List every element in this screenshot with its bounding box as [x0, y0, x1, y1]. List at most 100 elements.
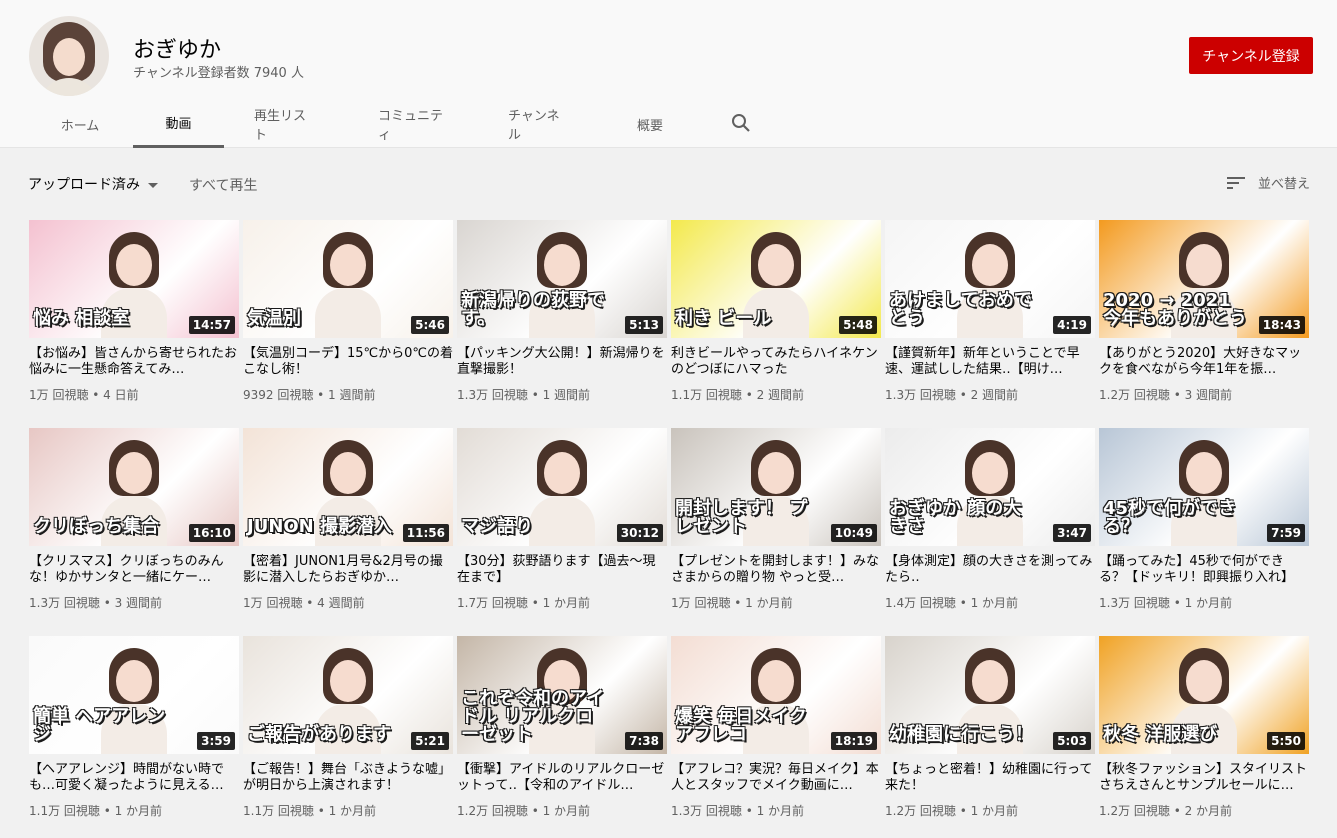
- video-title[interactable]: 【ありがとう2020】大好きなマックを食べながら今年1年を振…: [1099, 346, 1309, 378]
- uploaded-filter-label: アップロード済み: [28, 177, 140, 193]
- video-meta: 1.1万 回視聴 • 1 か月前: [243, 804, 377, 818]
- tab-videos[interactable]: 動画: [133, 100, 224, 148]
- video-title[interactable]: 【ヘアアレンジ】時間がない時でも…可愛く凝ったように見える…: [29, 762, 239, 794]
- video-card[interactable]: おぎゆか 顔の大きさ 3:47 【身体測定】顔の大きさを測ってみたら‥ 1.4万 回視…: [885, 428, 1095, 611]
- video-thumbnail[interactable]: マジ語り 30:12: [457, 428, 667, 546]
- video-meta: 1.2万 回視聴 • 1 か月前: [885, 804, 1019, 818]
- thumbnail-overlay-text: 利き ビール: [675, 308, 772, 329]
- video-card[interactable]: JUNON 撮影潜入 11:56 【密着】JUNON1月号&2月号の撮影に潜入したら…: [243, 428, 453, 611]
- video-duration: 5:50: [1267, 732, 1305, 750]
- video-title[interactable]: 【プレゼントを開封します！】みなさまからの贈り物 やっと受…: [671, 554, 881, 586]
- video-thumbnail[interactable]: あけましておめでとう 4:19: [885, 220, 1095, 338]
- video-duration: 5:03: [1053, 732, 1091, 750]
- video-thumbnail[interactable]: おぎゆか 顔の大きさ 3:47: [885, 428, 1095, 546]
- video-meta: 1.3万 回視聴 • 1 か月前: [671, 804, 805, 818]
- thumbnail-overlay-text: 簡単 ヘアアレンジ: [33, 706, 166, 745]
- video-card[interactable]: 爆笑 毎日メイク アフレコ 18:19 【アフレコ？実況？毎日メイク】本人とスタッフ…: [671, 636, 881, 819]
- video-card[interactable]: クリぼっち集合 16:10 【クリスマス】クリぼっちのみんな！ゆかサンタと一緒にケー…: [29, 428, 239, 611]
- channel-name: おぎゆか: [133, 38, 222, 63]
- video-thumbnail[interactable]: 幼稚園に行こう！ 5:03: [885, 636, 1095, 754]
- video-thumbnail[interactable]: 簡単 ヘアアレンジ 3:59: [29, 636, 239, 754]
- video-meta: 1.1万 回視聴 • 1 か月前: [29, 804, 163, 818]
- video-duration: 5:13: [625, 316, 663, 334]
- video-meta: 1.2万 回視聴 • 3 週間前: [1099, 388, 1233, 402]
- video-meta: 1万 回視聴 • 4 日前: [29, 388, 139, 402]
- video-card[interactable]: これぞ令和のアイドル リアルクローゼット 7:38 【衝撃】アイドルのリアルクローゼ…: [457, 636, 667, 819]
- sort-button[interactable]: 並べ替え: [1226, 173, 1310, 192]
- tab-channels[interactable]: チャンネル: [508, 100, 572, 148]
- thumbnail-person-figure: [313, 232, 383, 338]
- thumbnail-overlay-text: マジ語り: [461, 516, 533, 537]
- video-thumbnail[interactable]: JUNON 撮影潜入 11:56: [243, 428, 453, 546]
- thumbnail-overlay-text: これぞ令和のアイドル リアルクローゼット: [461, 688, 605, 745]
- thumbnail-overlay-text: 爆笑 毎日メイク アフレコ: [675, 706, 807, 745]
- video-meta: 1.4万 回視聴 • 1 か月前: [885, 596, 1019, 610]
- channel-avatar[interactable]: [29, 16, 109, 96]
- tab-community[interactable]: コミュニティ: [378, 100, 448, 148]
- video-thumbnail[interactable]: 爆笑 毎日メイク アフレコ 18:19: [671, 636, 881, 754]
- video-meta: 1.2万 回視聴 • 1 か月前: [457, 804, 591, 818]
- video-thumbnail[interactable]: 開封します！ プレゼント 10:49: [671, 428, 881, 546]
- video-thumbnail[interactable]: 新潟帰りの荻野です。 5:13: [457, 220, 667, 338]
- video-title[interactable]: 【衝撃】アイドルのリアルクローゼットって‥【令和のアイドル…: [457, 762, 667, 794]
- video-meta: 1.3万 回視聴 • 1 か月前: [1099, 596, 1233, 610]
- video-thumbnail[interactable]: 2020 → 2021 今年もありがとう 18:43: [1099, 220, 1309, 338]
- video-title[interactable]: 【謹賀新年】新年ということで早速、運試しした結果‥【明け…: [885, 346, 1095, 378]
- video-thumbnail[interactable]: クリぼっち集合 16:10: [29, 428, 239, 546]
- video-card[interactable]: 2020 → 2021 今年もありがとう 18:43 【ありがとう2020】大好きな…: [1099, 220, 1309, 403]
- video-duration: 11:56: [402, 524, 449, 542]
- video-title[interactable]: 【ご報告！】舞台「ぶきような嘘」が明日から上演されます！: [243, 762, 453, 794]
- video-card[interactable]: マジ語り 30:12 【30分】荻野語ります【過去〜現在まで】 1.7万 回視聴 • …: [457, 428, 667, 611]
- thumbnail-overlay-text: あけましておめでとう: [889, 290, 1032, 329]
- channel-header: おぎゆか チャンネル登録者数 7940 人 チャンネル登録 ホーム 動画 再生リ…: [0, 0, 1337, 148]
- tab-playlists[interactable]: 再生リスト: [254, 100, 318, 148]
- video-card[interactable]: 45秒で何ができる？ 7:59 【踊ってみた】45秒で何ができる？【ドッキリ！即興振…: [1099, 428, 1309, 611]
- thumbnail-overlay-text: ご報告があります: [247, 724, 391, 745]
- video-card[interactable]: 利き ビール 5:48 利きビールやってみたらハイネケンのどつぼにハマった 1.1万 …: [671, 220, 881, 403]
- video-title[interactable]: 【密着】JUNON1月号&2月号の撮影に潜入したらおぎゆか…: [243, 554, 453, 586]
- subscribe-button[interactable]: チャンネル登録: [1189, 37, 1313, 74]
- video-thumbnail[interactable]: 悩み 相談室 14:57: [29, 220, 239, 338]
- video-title[interactable]: 利きビールやってみたらハイネケンのどつぼにハマった: [671, 346, 881, 378]
- thumbnail-overlay-text: 気温別: [247, 308, 301, 329]
- video-thumbnail[interactable]: 秋冬 洋服選び 5:50: [1099, 636, 1309, 754]
- tab-about[interactable]: 概要: [634, 100, 666, 148]
- search-icon[interactable]: [729, 111, 753, 135]
- play-all-button[interactable]: すべて再生: [189, 175, 257, 195]
- video-title[interactable]: 【お悩み】皆さんから寄せられたお悩みに一生懸命答えてみ…: [29, 346, 239, 378]
- video-thumbnail[interactable]: 気温別 5:46: [243, 220, 453, 338]
- video-card[interactable]: 開封します！ プレゼント 10:49 【プレゼントを開封します！】みなさまからの贈り…: [671, 428, 881, 611]
- uploaded-filter-dropdown[interactable]: アップロード済み: [28, 174, 158, 194]
- video-title[interactable]: 【踊ってみた】45秒で何ができる？【ドッキリ！即興振り入れ】: [1099, 554, 1309, 586]
- video-thumbnail[interactable]: 45秒で何ができる？ 7:59: [1099, 428, 1309, 546]
- video-meta: 1.1万 回視聴 • 2 週間前: [671, 388, 805, 402]
- video-title[interactable]: 【パッキング大公開！】新潟帰りを直撃撮影！: [457, 346, 667, 378]
- thumbnail-overlay-text: クリぼっち集合: [33, 516, 159, 537]
- video-title[interactable]: 【クリスマス】クリぼっちのみんな！ゆかサンタと一緒にケー…: [29, 554, 239, 586]
- video-thumbnail[interactable]: これぞ令和のアイドル リアルクローゼット 7:38: [457, 636, 667, 754]
- video-thumbnail[interactable]: 利き ビール 5:48: [671, 220, 881, 338]
- thumbnail-overlay-text: おぎゆか 顔の大きさ: [889, 498, 1022, 537]
- video-card[interactable]: 気温別 5:46 【気温別コーデ】15℃から0℃の着こなし術！ 9392 回視聴 • …: [243, 220, 453, 403]
- video-meta: 1.2万 回視聴 • 2 か月前: [1099, 804, 1233, 818]
- video-card[interactable]: ご報告があります 5:21 【ご報告！】舞台「ぶきような嘘」が明日から上演されます！…: [243, 636, 453, 819]
- video-title[interactable]: 【秋冬ファッション】スタイリストさちえさんとサンプルセールに…: [1099, 762, 1309, 794]
- video-title[interactable]: 【30分】荻野語ります【過去〜現在まで】: [457, 554, 667, 586]
- video-card[interactable]: 簡単 ヘアアレンジ 3:59 【ヘアアレンジ】時間がない時でも…可愛く凝ったように見…: [29, 636, 239, 819]
- video-thumbnail[interactable]: ご報告があります 5:21: [243, 636, 453, 754]
- video-title[interactable]: 【アフレコ？実況？毎日メイク】本人とスタッフでメイク動画に…: [671, 762, 881, 794]
- video-duration: 5:46: [411, 316, 449, 334]
- video-title[interactable]: 【気温別コーデ】15℃から0℃の着こなし術！: [243, 346, 453, 378]
- video-card[interactable]: 秋冬 洋服選び 5:50 【秋冬ファッション】スタイリストさちえさんとサンプルセール…: [1099, 636, 1309, 819]
- video-card[interactable]: 幼稚園に行こう！ 5:03 【ちょっと密着！】幼稚園に行って来た！ 1.2万 回視聴 …: [885, 636, 1095, 819]
- video-card[interactable]: 新潟帰りの荻野です。 5:13 【パッキング大公開！】新潟帰りを直撃撮影！ 1.3万 …: [457, 220, 667, 403]
- video-title[interactable]: 【ちょっと密着！】幼稚園に行って来た！: [885, 762, 1095, 794]
- thumbnail-overlay-text: 新潟帰りの荻野です。: [461, 290, 605, 329]
- video-title[interactable]: 【身体測定】顔の大きさを測ってみたら‥: [885, 554, 1095, 586]
- thumbnail-overlay-text: 45秒で何ができる？: [1103, 498, 1237, 537]
- video-meta: 1.7万 回視聴 • 1 か月前: [457, 596, 591, 610]
- video-card[interactable]: 悩み 相談室 14:57 【お悩み】皆さんから寄せられたお悩みに一生懸命答えてみ… 1…: [29, 220, 239, 403]
- video-duration: 14:57: [188, 316, 235, 334]
- tab-home[interactable]: ホーム: [58, 100, 102, 148]
- video-card[interactable]: あけましておめでとう 4:19 【謹賀新年】新年ということで早速、運試しした結果‥【…: [885, 220, 1095, 403]
